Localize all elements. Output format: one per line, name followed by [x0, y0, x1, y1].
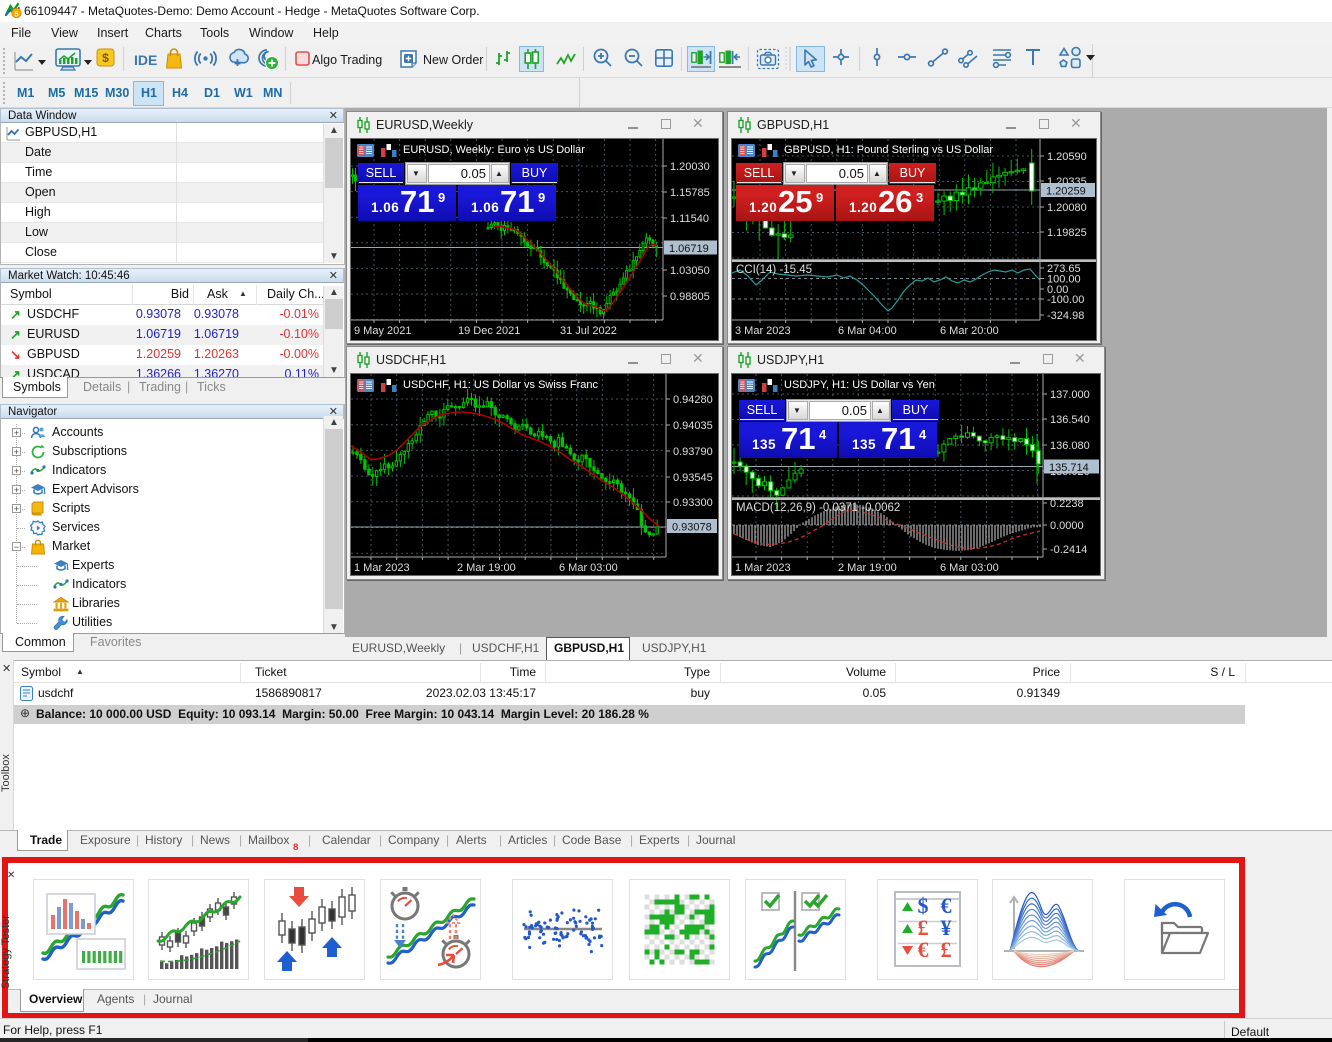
svg-text:9 May 2021: 9 May 2021 — [354, 325, 411, 337]
svg-text:£: £ — [941, 937, 952, 962]
svg-text:1.15785: 1.15785 — [670, 187, 710, 199]
svg-text:0.2238: 0.2238 — [1050, 498, 1084, 510]
svg-text:1.11540: 1.11540 — [670, 213, 709, 225]
svg-text:USDCHF, H1: US Dollar vs Swis: USDCHF, H1: US Dollar vs Swiss Franc — [403, 379, 598, 391]
svg-text:-100.00: -100.00 — [1047, 294, 1084, 306]
svg-text:0.0000: 0.0000 — [1050, 520, 1084, 532]
svg-text:CCI(14) -15.45: CCI(14) -15.45 — [736, 264, 812, 276]
svg-text:1 Mar 2023: 1 Mar 2023 — [735, 562, 791, 574]
svg-text:6 Mar 04:00: 6 Mar 04:00 — [838, 325, 897, 337]
svg-text:6 Mar 03:00: 6 Mar 03:00 — [940, 562, 999, 574]
svg-text:-0.2414: -0.2414 — [1050, 544, 1087, 556]
svg-text:2 Mar 19:00: 2 Mar 19:00 — [838, 562, 897, 574]
svg-text:136.080: 136.080 — [1050, 440, 1090, 452]
svg-text:1.19825: 1.19825 — [1047, 227, 1087, 239]
svg-text:0.94280: 0.94280 — [673, 394, 713, 406]
svg-text:€: € — [918, 937, 929, 962]
svg-text:6 Mar 03:00: 6 Mar 03:00 — [559, 562, 618, 574]
svg-text:$: $ — [102, 51, 109, 65]
svg-text:137.000: 137.000 — [1050, 389, 1090, 401]
svg-text:EURUSD, Weekly: Euro vs US Do: EURUSD, Weekly: Euro vs US Dollar — [403, 144, 585, 156]
svg-text:IDE: IDE — [134, 52, 157, 68]
svg-text:31 Jul 2022: 31 Jul 2022 — [560, 325, 617, 337]
svg-text:0.93078: 0.93078 — [672, 522, 712, 534]
svg-text:136.540: 136.540 — [1050, 414, 1090, 426]
svg-text:1.20590: 1.20590 — [1047, 151, 1087, 163]
svg-text:1.20030: 1.20030 — [670, 161, 710, 173]
svg-text:1.20080: 1.20080 — [1047, 202, 1087, 214]
svg-text:0.93790: 0.93790 — [673, 446, 713, 458]
svg-text:MACD(12,26,9) -0.0371 -0.0062: MACD(12,26,9) -0.0371 -0.0062 — [736, 502, 900, 514]
svg-text:New Order: New Order — [423, 53, 483, 67]
svg-text:135.714: 135.714 — [1049, 462, 1089, 474]
svg-text:1.03050: 1.03050 — [670, 265, 710, 277]
svg-text:1.20259: 1.20259 — [1046, 186, 1086, 198]
svg-text:19 Dec 2021: 19 Dec 2021 — [458, 325, 520, 337]
svg-text:1 Mar 2023: 1 Mar 2023 — [354, 562, 410, 574]
svg-text:GBPUSD, H1: Pound Sterling vs: GBPUSD, H1: Pound Sterling vs US Dollar — [784, 144, 993, 156]
svg-text:Algo Trading: Algo Trading — [312, 53, 382, 67]
svg-text:0.93300: 0.93300 — [673, 497, 713, 509]
svg-text:2 Mar 19:00: 2 Mar 19:00 — [457, 562, 516, 574]
svg-text:1.06719: 1.06719 — [669, 243, 709, 255]
svg-text:6 Mar 20:00: 6 Mar 20:00 — [940, 325, 999, 337]
svg-text:0.93545: 0.93545 — [673, 472, 713, 484]
svg-text:USDJPY, H1: US Dollar vs Yen: USDJPY, H1: US Dollar vs Yen — [784, 379, 935, 391]
svg-text:3 Mar 2023: 3 Mar 2023 — [735, 325, 791, 337]
svg-text:-324.98: -324.98 — [1047, 310, 1084, 322]
svg-text:0.94035: 0.94035 — [673, 420, 713, 432]
svg-text:0.98805: 0.98805 — [670, 291, 710, 303]
